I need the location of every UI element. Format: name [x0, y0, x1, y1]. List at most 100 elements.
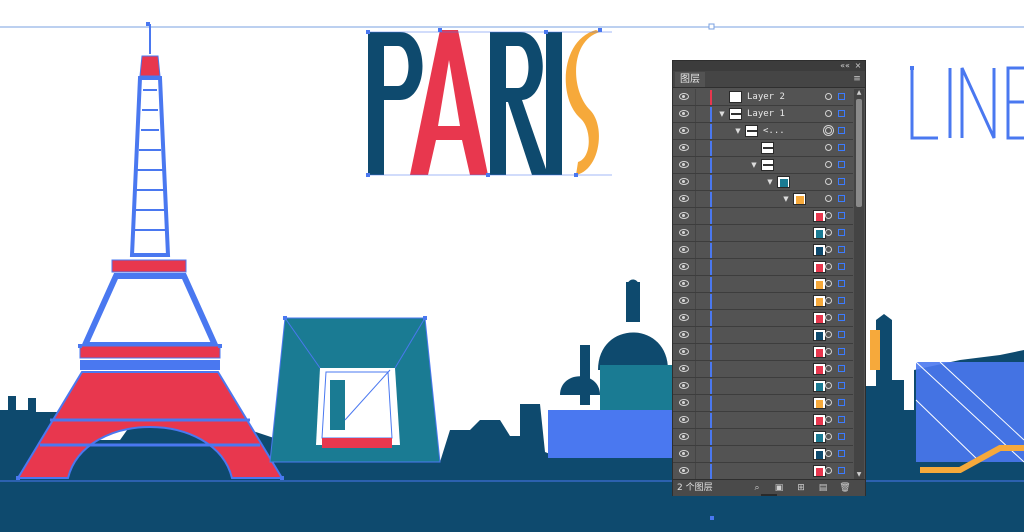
sublayer-row[interactable]: ▼	[673, 191, 853, 208]
selection-square-icon[interactable]	[838, 178, 845, 185]
target-circle-icon[interactable]	[825, 450, 832, 457]
visibility-eye-icon[interactable]	[679, 433, 689, 440]
scroll-up-arrow-icon[interactable]: ▲	[854, 89, 864, 97]
visibility-eye-icon[interactable]	[679, 280, 689, 287]
visibility-eye-icon[interactable]	[679, 110, 689, 117]
selection-square-icon[interactable]	[838, 127, 845, 134]
selection-square-icon[interactable]	[838, 450, 845, 457]
visibility-eye-icon[interactable]	[679, 229, 689, 236]
selection-square-icon[interactable]	[838, 416, 845, 423]
lock-column[interactable]	[695, 242, 696, 258]
target-circle-icon[interactable]	[825, 382, 832, 389]
sublayer-row[interactable]: ▼	[673, 174, 853, 191]
target-circle-icon[interactable]	[825, 365, 832, 372]
target-circle-icon[interactable]	[825, 280, 832, 287]
selection-square-icon[interactable]	[838, 382, 845, 389]
paris-title[interactable]	[368, 30, 612, 176]
visibility-eye-icon[interactable]	[679, 467, 689, 474]
target-circle-icon[interactable]	[825, 212, 832, 219]
visibility-eye-icon[interactable]	[679, 399, 689, 406]
visibility-eye-icon[interactable]	[679, 263, 689, 270]
visibility-eye-icon[interactable]	[679, 161, 689, 168]
path-item-row[interactable]	[673, 412, 853, 429]
lock-column[interactable]	[695, 463, 696, 479]
artboard-corner-handle[interactable]	[708, 23, 715, 30]
visibility-eye-icon[interactable]	[679, 127, 689, 134]
lock-column[interactable]	[695, 174, 696, 190]
selection-square-icon[interactable]	[838, 246, 845, 253]
target-circle-icon[interactable]	[825, 297, 832, 304]
target-circle-icon[interactable]	[825, 195, 832, 202]
target-circle-icon[interactable]	[825, 246, 832, 253]
lock-column[interactable]	[695, 191, 696, 207]
target-circle-icon[interactable]	[825, 144, 832, 151]
expand-triangle-icon[interactable]: ▼	[733, 125, 743, 137]
target-circle-icon[interactable]	[825, 110, 832, 117]
tab-layers[interactable]: 图层	[675, 72, 705, 87]
panel-menu-icon[interactable]: ≡	[851, 72, 863, 86]
lock-column[interactable]	[695, 344, 696, 360]
lock-column[interactable]	[695, 412, 696, 428]
lock-column[interactable]	[695, 361, 696, 377]
selection-square-icon[interactable]	[838, 229, 845, 236]
expand-triangle-icon[interactable]: ▼	[765, 176, 775, 188]
sublayer-row[interactable]: ▼ <...	[673, 123, 853, 140]
double-chevron-icon[interactable]: ««	[839, 61, 851, 71]
visibility-eye-icon[interactable]	[679, 382, 689, 389]
scroll-down-arrow-icon[interactable]: ▼	[854, 471, 864, 479]
visibility-eye-icon[interactable]	[679, 416, 689, 423]
lock-column[interactable]	[695, 293, 696, 309]
path-item-row[interactable]	[673, 327, 853, 344]
layer-name[interactable]: <...	[763, 125, 785, 138]
target-circle-icon[interactable]	[825, 348, 832, 355]
visibility-eye-icon[interactable]	[679, 246, 689, 253]
lock-column[interactable]	[695, 378, 696, 394]
sublayer-row[interactable]: ▼	[673, 157, 853, 174]
visibility-eye-icon[interactable]	[679, 297, 689, 304]
panel-title-bar[interactable]: «« ×	[673, 61, 865, 71]
path-item-row[interactable]	[673, 378, 853, 395]
lock-column[interactable]	[695, 208, 696, 224]
new-layer-icon[interactable]: ▤	[817, 482, 829, 494]
selection-square-icon[interactable]	[838, 144, 845, 151]
path-item-row[interactable]	[673, 225, 853, 242]
selection-square-icon[interactable]	[838, 348, 845, 355]
layers-panel[interactable]: «« × 图层 ≡ Layer 2 ▼ Layer 1 ▼ <... ▼ ▼ ▼ ▲ ▼ 2 …	[672, 60, 866, 496]
target-circle-icon[interactable]	[825, 314, 832, 321]
layer-name[interactable]: Layer 1	[747, 108, 785, 121]
path-item-row[interactable]	[673, 463, 853, 479]
path-item-row[interactable]	[673, 293, 853, 310]
lock-column[interactable]	[695, 157, 696, 173]
path-item-row[interactable]	[673, 208, 853, 225]
selection-square-icon[interactable]	[838, 93, 845, 100]
lock-column[interactable]	[695, 446, 696, 462]
visibility-eye-icon[interactable]	[679, 314, 689, 321]
lock-column[interactable]	[695, 276, 696, 292]
path-item-row[interactable]	[673, 344, 853, 361]
target-circle-icon[interactable]	[825, 416, 832, 423]
line-text-partial[interactable]	[910, 66, 1024, 140]
path-item-row[interactable]	[673, 361, 853, 378]
selection-square-icon[interactable]	[838, 212, 845, 219]
eiffel-tower[interactable]	[16, 24, 284, 479]
selection-square-icon[interactable]	[838, 467, 845, 474]
lock-column[interactable]	[695, 140, 696, 156]
path-item-row[interactable]	[673, 429, 853, 446]
target-circle-icon[interactable]	[825, 161, 832, 168]
lock-column[interactable]	[695, 106, 696, 122]
selection-square-icon[interactable]	[838, 365, 845, 372]
panel-resize-grip[interactable]	[761, 494, 777, 496]
selection-square-icon[interactable]	[838, 280, 845, 287]
sublayer-row[interactable]	[673, 140, 853, 157]
target-circle-icon[interactable]	[825, 93, 832, 100]
selection-square-icon[interactable]	[838, 110, 845, 117]
path-item-row[interactable]	[673, 259, 853, 276]
expand-triangle-icon[interactable]: ▼	[749, 159, 759, 171]
selection-square-icon[interactable]	[838, 263, 845, 270]
visibility-eye-icon[interactable]	[679, 450, 689, 457]
visibility-eye-icon[interactable]	[679, 348, 689, 355]
path-item-row[interactable]	[673, 242, 853, 259]
visibility-eye-icon[interactable]	[679, 195, 689, 202]
path-item-row[interactable]	[673, 446, 853, 463]
layer-row[interactable]: ▼ Layer 1	[673, 106, 853, 123]
